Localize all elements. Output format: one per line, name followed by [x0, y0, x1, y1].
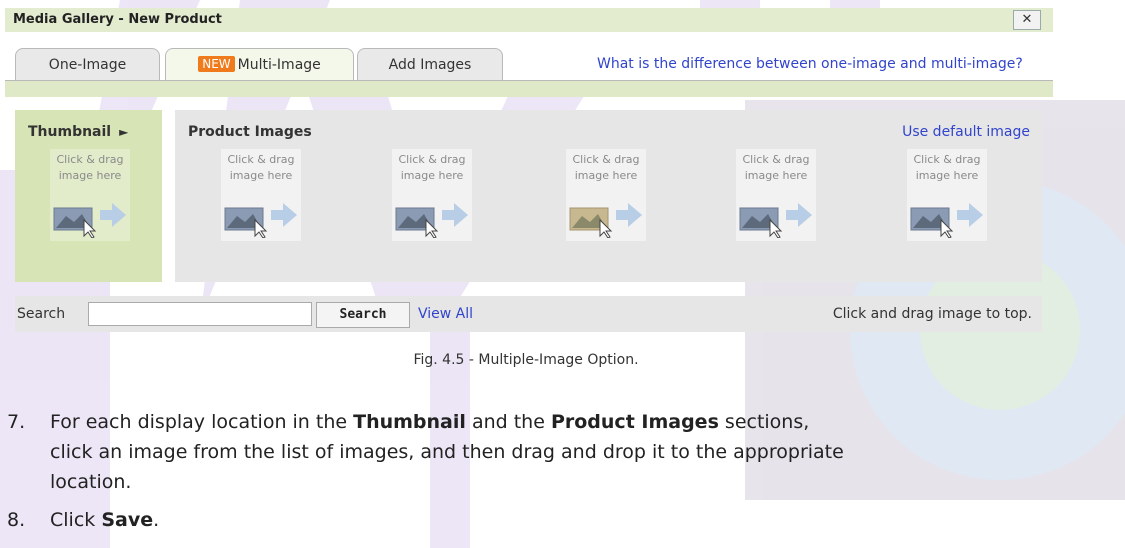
drag-image-icon — [53, 203, 126, 238]
step-number: 8. — [7, 509, 26, 531]
tab-add-images[interactable]: Add Images — [357, 48, 503, 81]
dialog-titlebar: Media Gallery - New Product ✕ — [5, 8, 1053, 33]
close-icon: ✕ — [1021, 12, 1033, 27]
difference-help-link[interactable]: What is the difference between one-image… — [597, 56, 1023, 72]
play-arrow-icon[interactable]: ► — [119, 125, 128, 139]
search-label: Search — [17, 306, 66, 322]
slot-instruction: Click & drag image here — [742, 153, 810, 182]
search-bar: Search Search View All Click and drag im… — [15, 296, 1042, 332]
product-image-slot[interactable]: Click & drag image here — [907, 149, 987, 241]
search-input[interactable] — [88, 302, 312, 326]
tab-divider — [5, 80, 1053, 97]
slot-instruction: Click & drag image here — [227, 153, 295, 182]
tab-label: Add Images — [388, 57, 472, 73]
drag-image-icon — [224, 203, 297, 238]
drag-image-icon — [569, 203, 642, 238]
tab-one-image[interactable]: One-Image — [15, 48, 160, 81]
tab-label: One-Image — [48, 57, 127, 73]
drag-image-icon — [910, 203, 983, 238]
dialog-title: Media Gallery - New Product — [13, 12, 222, 27]
thumbnail-title: Thumbnail ► — [28, 124, 129, 140]
drag-hint: Click and drag image to top. — [832, 306, 1032, 322]
product-images-title: Product Images — [188, 124, 312, 140]
search-button[interactable]: Search — [316, 302, 410, 328]
product-image-slot[interactable]: Click & drag image here — [736, 149, 816, 241]
use-default-image-link[interactable]: Use default image — [902, 124, 1030, 140]
figure-caption: Fig. 4.5 - Multiple-Image Option. — [413, 352, 639, 368]
drag-image-icon — [395, 203, 468, 238]
new-badge: NEW — [198, 56, 235, 72]
product-image-slot[interactable]: Click & drag image here — [566, 149, 646, 241]
product-image-slot[interactable]: Click & drag image here — [392, 149, 472, 241]
close-button[interactable]: ✕ — [1013, 10, 1041, 30]
thumbnail-drop-slot[interactable]: Click & drag image here — [50, 149, 130, 241]
view-all-link[interactable]: View All — [418, 306, 473, 322]
tab-bar: One-Image NEW Multi-Image Add Images What… — [5, 32, 1053, 97]
step-number: 7. — [7, 411, 26, 433]
drag-image-icon — [739, 203, 812, 238]
tab-label: Multi-Image — [237, 57, 321, 73]
step-text: For each display location in the Thumbna… — [50, 411, 844, 493]
step-text: Click Save. — [50, 509, 160, 531]
slot-instruction: Click & drag image here — [56, 153, 124, 182]
media-gallery-dialog: Media Gallery - New Product ✕ One-Image … — [0, 0, 1125, 335]
slot-instruction: Click & drag image here — [572, 153, 640, 182]
slot-instruction: Click & drag image here — [913, 153, 981, 182]
tab-multi-image[interactable]: NEW Multi-Image — [165, 48, 354, 82]
product-image-slot[interactable]: Click & drag image here — [221, 149, 301, 241]
slot-instruction: Click & drag image here — [398, 153, 466, 182]
